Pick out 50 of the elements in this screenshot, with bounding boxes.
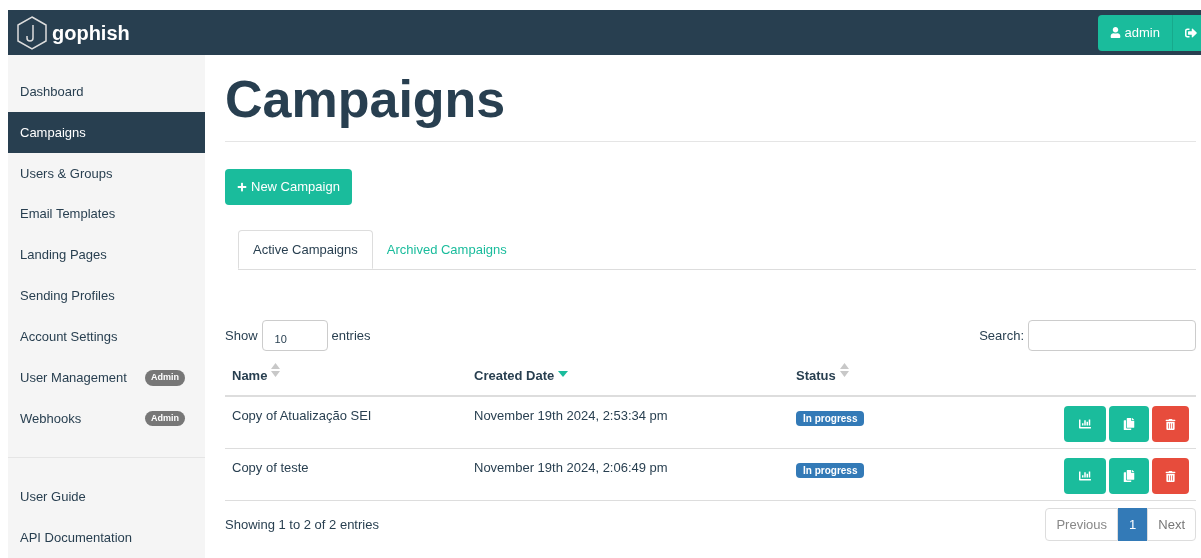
column-header[interactable]: Name — [232, 365, 268, 385]
results-button[interactable] — [1064, 406, 1106, 442]
table-cell-text: November 19th 2024, 2:53:34 pm — [474, 407, 669, 425]
delete-button[interactable] — [1152, 406, 1189, 442]
column-header[interactable]: Status — [796, 365, 836, 385]
user-icon — [1109, 27, 1121, 38]
logout-button[interactable] — [1172, 14, 1201, 51]
copy-icon — [1123, 418, 1135, 430]
trash-icon — [1165, 470, 1176, 482]
sidebar-item[interactable]: Landing Pages — [8, 234, 205, 276]
copy-button[interactable] — [1109, 458, 1149, 494]
entries-label: entries — [331, 326, 371, 345]
table-cell-text: Copy of teste — [232, 459, 310, 477]
sidebar-item[interactable]: Sending Profiles — [8, 275, 205, 317]
show-label: Show — [225, 326, 258, 345]
admin-badge: Admin — [145, 370, 185, 386]
sidebar-item[interactable]: Webhooks Admin — [8, 398, 205, 440]
search-field[interactable] — [1028, 320, 1196, 351]
page-title: Campaigns — [225, 73, 1196, 142]
plus-icon — [237, 182, 247, 192]
sidebar-item[interactable]: Users & Groups — [8, 152, 205, 194]
sidebar-link[interactable]: API Documentation — [8, 517, 205, 558]
admin-badge: Admin — [145, 410, 185, 427]
search-label: Search: — [979, 326, 1024, 345]
sidebar-item[interactable]: User Management Admin — [8, 357, 205, 399]
sidebar-item[interactable]: Campaigns — [8, 111, 205, 153]
bar-chart-icon — [1079, 418, 1091, 430]
hook-logo-icon — [16, 15, 48, 50]
entries-field[interactable]: 10 — [261, 320, 328, 351]
sidebar-item[interactable]: Account Settings — [8, 316, 205, 358]
pagination-button[interactable]: 1 — [1118, 508, 1148, 541]
pagination-button[interactable]: Next — [1147, 508, 1196, 541]
column-header[interactable]: Created Date — [474, 365, 555, 385]
brand-name: gophish — [52, 20, 130, 46]
table-info: Showing 1 to 2 of 2 entries — [225, 515, 379, 534]
status-badge: In progress — [796, 411, 865, 426]
table-cell-text: November 19th 2024, 2:06:49 pm — [474, 459, 669, 477]
logout-icon — [1185, 26, 1197, 39]
bar-chart-icon — [1079, 470, 1091, 482]
table-cell-text: Copy of Atualização SEI — [232, 407, 373, 425]
sidebar-link[interactable]: User Guide — [8, 476, 205, 518]
results-button[interactable] — [1064, 458, 1106, 494]
status-badge: In progress — [796, 463, 865, 478]
delete-button[interactable] — [1152, 458, 1189, 494]
sidebar-item[interactable]: Email Templates — [8, 193, 205, 235]
copy-icon — [1123, 470, 1135, 482]
trash-icon — [1165, 418, 1176, 430]
sidebar-item[interactable]: Dashboard — [8, 71, 205, 112]
copy-button[interactable] — [1109, 406, 1149, 442]
tab[interactable]: Active Campaigns — [238, 230, 373, 269]
